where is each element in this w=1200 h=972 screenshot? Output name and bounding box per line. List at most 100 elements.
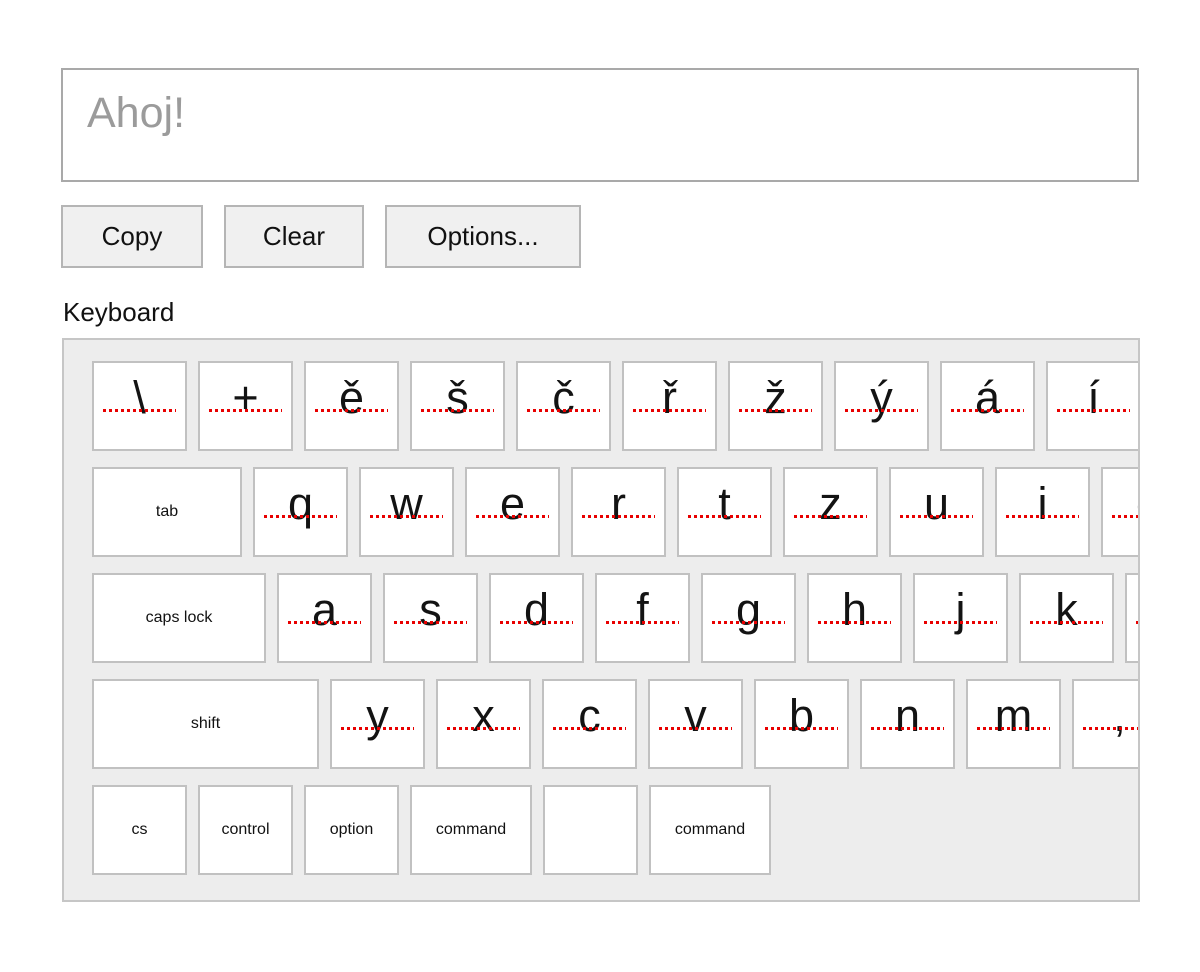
key-space[interactable]	[543, 785, 638, 875]
key-j[interactable]: j	[913, 573, 1008, 663]
key-f[interactable]: f	[595, 573, 690, 663]
key-option[interactable]: option	[304, 785, 399, 875]
key-y[interactable]: y	[330, 679, 425, 769]
key-y-acute[interactable]: ý	[834, 361, 929, 451]
baseline-guide	[951, 409, 1024, 412]
key-char: g	[703, 587, 794, 632]
key-char: á	[942, 375, 1033, 420]
key-m[interactable]: m	[966, 679, 1061, 769]
baseline-guide	[500, 621, 573, 624]
key-label: control	[221, 821, 269, 839]
key-char: f	[597, 587, 688, 632]
baseline-guide	[818, 621, 891, 624]
baseline-guide	[582, 515, 655, 518]
key-z[interactable]: z	[783, 467, 878, 557]
baseline-guide	[370, 515, 443, 518]
key-char: t	[679, 481, 770, 526]
baseline-guide	[553, 727, 626, 730]
key-char: z	[785, 481, 876, 526]
key-c-caron[interactable]: č	[516, 361, 611, 451]
toolbar: Copy Clear Options...	[61, 205, 581, 268]
key-d[interactable]: d	[489, 573, 584, 663]
baseline-guide	[209, 409, 282, 412]
key-char: š	[412, 375, 503, 420]
key-c[interactable]: c	[542, 679, 637, 769]
key-cs[interactable]: cs	[92, 785, 187, 875]
key-a-acute[interactable]: á	[940, 361, 1035, 451]
key-s-caron[interactable]: š	[410, 361, 505, 451]
key-n[interactable]: n	[860, 679, 955, 769]
key-label: tab	[156, 503, 178, 521]
keyboard-row: caps lock asdfghjkl	[92, 573, 1138, 663]
key-char: u	[891, 481, 982, 526]
key-q[interactable]: q	[253, 467, 348, 557]
baseline-guide	[659, 727, 732, 730]
key-char: o	[1103, 481, 1140, 526]
key-char: v	[650, 693, 741, 738]
key-char: x	[438, 693, 529, 738]
key-h[interactable]: h	[807, 573, 902, 663]
baseline-guide	[845, 409, 918, 412]
clear-button[interactable]: Clear	[224, 205, 364, 268]
key-i[interactable]: i	[995, 467, 1090, 557]
key-b[interactable]: b	[754, 679, 849, 769]
key-char: i	[997, 481, 1088, 526]
baseline-guide	[447, 727, 520, 730]
key-char: a	[279, 587, 370, 632]
keyboard-row: shiftyxcvbnm,	[92, 679, 1138, 769]
baseline-guide	[794, 515, 867, 518]
baseline-guide	[421, 409, 494, 412]
keyboard-row: \ + ěščřžýáí	[92, 361, 1138, 451]
key-shift[interactable]: shift	[92, 679, 319, 769]
key-u[interactable]: u	[889, 467, 984, 557]
key-x[interactable]: x	[436, 679, 531, 769]
key-char: h	[809, 587, 900, 632]
key-command-left[interactable]: command	[410, 785, 532, 875]
key-t[interactable]: t	[677, 467, 772, 557]
key-char: e	[467, 481, 558, 526]
key-k[interactable]: k	[1019, 573, 1114, 663]
key-w[interactable]: w	[359, 467, 454, 557]
key-label: command	[436, 821, 506, 839]
key-plus[interactable]: +	[198, 361, 293, 451]
key-g[interactable]: g	[701, 573, 796, 663]
baseline-guide	[1112, 515, 1140, 518]
key-r-caron[interactable]: ř	[622, 361, 717, 451]
key-char: í	[1048, 375, 1139, 420]
key-z-caron[interactable]: ž	[728, 361, 823, 451]
baseline-guide	[341, 727, 414, 730]
key-char: y	[332, 693, 423, 738]
key-char: s	[385, 587, 476, 632]
baseline-guide	[1057, 409, 1130, 412]
baseline-guide	[900, 515, 973, 518]
baseline-guide	[527, 409, 600, 412]
key-char: l	[1127, 587, 1140, 632]
copy-button[interactable]: Copy	[61, 205, 203, 268]
baseline-guide	[977, 727, 1050, 730]
key-backslash[interactable]: \	[92, 361, 187, 451]
key-a[interactable]: a	[277, 573, 372, 663]
key-char: ý	[836, 375, 927, 420]
key-o[interactable]: o	[1101, 467, 1140, 557]
options-button[interactable]: Options...	[385, 205, 581, 268]
baseline-guide	[1083, 727, 1140, 730]
key-v[interactable]: v	[648, 679, 743, 769]
key-r[interactable]: r	[571, 467, 666, 557]
key-l[interactable]: l	[1125, 573, 1140, 663]
message-input[interactable]	[61, 68, 1139, 182]
key-char: +	[200, 375, 291, 420]
key-e[interactable]: e	[465, 467, 560, 557]
key-control[interactable]: control	[198, 785, 293, 875]
czech-keyboard-page: Copy Clear Options... Keyboard \+ěščřžýá…	[0, 0, 1200, 972]
keyboard-panel: \ + ěščřžýáí tab qwertzuio caps lock asdfghjkl…	[62, 338, 1140, 902]
key-e-caron[interactable]: ě	[304, 361, 399, 451]
key-char: k	[1021, 587, 1112, 632]
key-comma[interactable]: ,	[1072, 679, 1140, 769]
key-caps-lock[interactable]: caps lock	[92, 573, 266, 663]
key-char: ě	[306, 375, 397, 420]
key-s[interactable]: s	[383, 573, 478, 663]
key-tab[interactable]: tab	[92, 467, 242, 557]
baseline-guide	[765, 727, 838, 730]
key-i-acute[interactable]: í	[1046, 361, 1140, 451]
key-command-right[interactable]: command	[649, 785, 771, 875]
